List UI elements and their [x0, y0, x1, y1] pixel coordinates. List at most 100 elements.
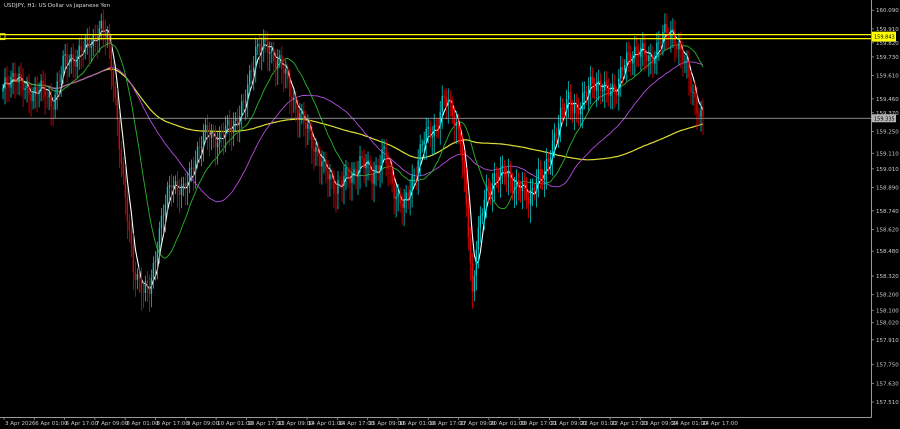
candle-body: [8, 83, 10, 88]
candle-body: [265, 37, 267, 42]
price-chart[interactable]: 159.843 159.335 160.090 159.910 159.820 159.…: [0, 0, 900, 429]
candle-body: [303, 110, 305, 123]
candle-body: [660, 42, 662, 44]
candle-body: [467, 205, 470, 238]
candle-body: [164, 204, 167, 216]
candle-body: [427, 126, 429, 129]
candle-body: [684, 61, 686, 63]
candle-body: [144, 280, 147, 293]
candle-body: [140, 278, 143, 293]
candle-body: [327, 171, 329, 180]
candle-body: [499, 167, 502, 180]
candle-body: [363, 158, 365, 169]
price-tick-label: 159.370: [876, 111, 899, 117]
candle-body: [323, 159, 325, 162]
candle-body: [14, 73, 16, 81]
candle-body: [70, 54, 72, 63]
candle-body: [513, 186, 516, 192]
candle-body: [206, 124, 209, 133]
candle-body: [4, 77, 6, 89]
candle-body: [453, 115, 455, 126]
candle-body: [503, 165, 506, 177]
price-tick-label: 158.320: [876, 274, 899, 280]
candle-body: [90, 46, 92, 48]
candle-body: [547, 158, 550, 163]
candle-body: [271, 49, 273, 53]
candle-body: [321, 161, 323, 167]
candle-body: [551, 140, 554, 158]
candle-body: [226, 119, 229, 126]
candle-body: [507, 170, 510, 177]
candle-body: [405, 192, 407, 201]
candle-body: [341, 180, 343, 186]
candle-body: [136, 273, 139, 280]
candle-body: [333, 178, 335, 194]
price-tick-label: 160.090: [876, 8, 899, 14]
candle-body: [682, 49, 684, 63]
candle-body: [461, 144, 464, 161]
candle-body: [178, 190, 181, 196]
candle-body: [517, 180, 520, 188]
candle-body: [393, 183, 395, 199]
candle-body: [110, 44, 113, 72]
candle-body: [401, 203, 403, 208]
candle-body: [196, 146, 199, 161]
candle-body: [383, 146, 385, 150]
candle-body: [511, 178, 514, 192]
candle-body: [154, 261, 157, 263]
candle-body: [361, 156, 363, 159]
candle-body: [46, 96, 48, 98]
candle-body: [614, 84, 616, 92]
candle-body: [435, 124, 437, 126]
candle-body: [411, 174, 413, 190]
candle-body: [313, 148, 315, 152]
time-tick-label: 6 Apr 01:00: [35, 421, 68, 427]
chart-window[interactable]: 159.843 159.335 160.090 159.910 159.820 159.…: [0, 0, 900, 429]
candle-body: [367, 160, 369, 166]
candle-body: [355, 169, 357, 177]
candle-body: [34, 86, 36, 92]
candle-body: [158, 228, 161, 253]
candle-body: [150, 277, 153, 294]
candle-body: [606, 81, 608, 86]
time-tick-label: 6 Apr 17:00: [66, 421, 99, 427]
candle-body: [188, 168, 191, 183]
candle-body: [527, 198, 530, 205]
candle-body: [664, 24, 666, 33]
candle-body: [491, 183, 494, 195]
candle-body: [509, 170, 512, 179]
candle-body: [589, 76, 592, 86]
candle-body: [630, 53, 632, 64]
candle-body: [170, 185, 173, 188]
candle-body: [688, 60, 690, 78]
candle-body: [20, 73, 22, 79]
price-tick-label: 158.020: [876, 321, 899, 327]
candle-body: [50, 94, 52, 108]
candle-body: [337, 180, 339, 194]
candle-body: [600, 80, 602, 91]
candle-body: [168, 185, 171, 188]
candle-body: [174, 180, 177, 186]
candle-body: [122, 163, 125, 175]
candle-body: [700, 109, 702, 117]
candle-body: [359, 156, 361, 172]
candle-body: [702, 109, 704, 117]
candle-body: [120, 149, 123, 164]
candle-body: [676, 46, 678, 50]
candle-body: [74, 59, 76, 67]
candle-body: [473, 275, 476, 292]
candle-body: [573, 104, 576, 113]
time-tick-label: 8 Apr 01:00: [126, 421, 159, 427]
candle-body: [565, 99, 568, 111]
candle-body: [371, 172, 373, 184]
candle-body: [72, 54, 74, 60]
candle-body: [487, 185, 490, 189]
candle-body: [531, 188, 534, 190]
candle-body: [539, 169, 542, 175]
candle-body: [495, 173, 498, 177]
candle-body: [293, 97, 295, 100]
candle-body: [680, 42, 682, 50]
candle-body: [395, 196, 397, 199]
candle-body: [595, 82, 598, 91]
candle-body: [204, 124, 207, 133]
